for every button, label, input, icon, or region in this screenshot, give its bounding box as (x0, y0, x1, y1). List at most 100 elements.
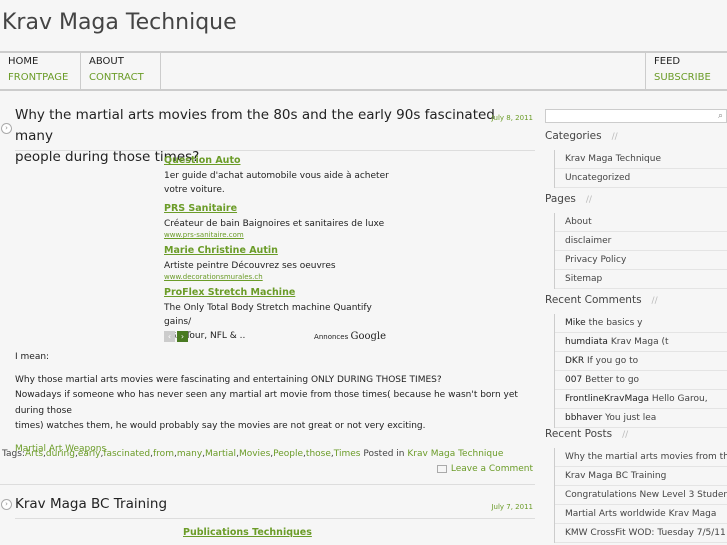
comment-excerpt[interactable]: Hello Garou, (652, 394, 708, 404)
pages-heading-text: Pages (545, 193, 576, 205)
recent-posts-heading-text: Recent Posts (545, 428, 613, 440)
comment-excerpt[interactable]: You just lea (605, 413, 656, 423)
tag-link[interactable]: those (306, 449, 331, 459)
comment-excerpt[interactable]: Better to go (585, 375, 639, 385)
category-item[interactable]: Krav Maga Technique (555, 150, 727, 169)
posted-in-label: Posted in (363, 449, 405, 459)
ad-url[interactable]: www.prs-sanitaire.com (164, 231, 392, 239)
post-date: July 7, 2011 (491, 503, 533, 511)
pages-list: About disclaimer Privacy Policy Sitemap (554, 213, 727, 289)
comment-item[interactable]: Mike the basics y (555, 314, 727, 333)
search-input[interactable]: ⌕ (545, 109, 727, 123)
heading-slashes: // (585, 195, 592, 205)
divider (15, 518, 535, 519)
comment-excerpt[interactable]: Krav Maga (t (611, 337, 669, 347)
tag-link[interactable]: Movies (239, 449, 270, 459)
tag-link[interactable]: many (177, 449, 202, 459)
comment-excerpt[interactable]: the basics y (589, 318, 643, 328)
sidebar: ⌕ Categories // Krav Maga Technique Uncat… (545, 109, 727, 545)
tag-link[interactable]: Arts (25, 449, 43, 459)
tag-link[interactable]: Times (334, 449, 361, 459)
tag-link[interactable]: fascinated (103, 449, 150, 459)
prev-arrow-icon[interactable]: ‹ (164, 331, 175, 342)
page-item[interactable]: Privacy Policy (555, 251, 727, 270)
nav-home[interactable]: HOME FRONTPAGE (0, 53, 81, 89)
comment-item[interactable]: humdiata Krav Maga (t (555, 333, 727, 352)
tags-list: Arts,during,early,fascinated,from,many,M… (25, 449, 361, 459)
tag-link[interactable]: Martial (205, 449, 236, 459)
ad-link[interactable]: PRS Sanitaire (164, 203, 392, 214)
comment-author[interactable]: bbhaver (565, 413, 602, 423)
comment-item[interactable]: FrontlineKravMaga Hello Garou, (555, 390, 727, 409)
ad-nav: ‹ › Annonces Google (164, 331, 392, 343)
post-body: I mean: Why those martial arts movies we… (15, 350, 530, 457)
recent-post-item[interactable]: Martial Arts worldwide Krav Maga (555, 505, 727, 524)
categories-list: Krav Maga Technique Uncategorized (554, 150, 727, 188)
divider (15, 150, 535, 151)
comment-author[interactable]: Mike (565, 318, 586, 328)
ad-desc: Artiste peintre Découvrez ses oeuvres (164, 261, 336, 271)
ad-desc: The Only Total Body Stretch machine Quan… (164, 303, 372, 327)
arrow-icon: › (1, 499, 12, 510)
ad-link[interactable]: ProFlex Stretch Machine (164, 287, 392, 298)
pages-heading: Pages // (545, 193, 592, 205)
page-item[interactable]: Sitemap (555, 270, 727, 289)
nav-feed[interactable]: FEED SUBSCRIBE (645, 53, 727, 89)
recent-post-item[interactable]: Congratulations New Level 3 Students (555, 486, 727, 505)
nav-home-sub[interactable]: FRONTPAGE (8, 72, 72, 83)
comment-item[interactable]: DKR If you go to (555, 352, 727, 371)
search-icon[interactable]: ⌕ (718, 111, 723, 121)
arrow-icon: › (1, 123, 12, 134)
ad-url[interactable]: www.decorationsmurales.ch (164, 273, 392, 281)
ads-label: Annonces (314, 333, 349, 341)
recent-post-item[interactable]: KMW CrossFit WOD: Tuesday 7/5/11 (555, 524, 727, 543)
tag-link[interactable]: during (46, 449, 75, 459)
ads-by-google[interactable]: Annonces Google (314, 331, 386, 342)
page-item[interactable]: disclaimer (555, 232, 727, 251)
nav-feed-sub[interactable]: SUBSCRIBE (654, 72, 719, 83)
ad-desc: votre voiture. (164, 185, 225, 195)
main-nav: HOME FRONTPAGE ABOUT CONTRACT FEED SUBSC… (0, 51, 727, 91)
comment-author[interactable]: 007 (565, 375, 582, 385)
ad-link[interactable]: Marie Christine Autin (164, 245, 392, 256)
comment-item[interactable]: bbhaver You just lea (555, 409, 727, 428)
google-logo: Google (350, 331, 386, 342)
post-paragraph: I mean: (15, 352, 50, 362)
category-item[interactable]: Uncategorized (555, 169, 727, 188)
ad-desc: 1er guide d'achat automobile vous aide à… (164, 171, 389, 181)
recent-posts-list: Why the martial arts movies from the Kra… (554, 448, 727, 543)
ad-link[interactable]: Publications Techniques (183, 527, 411, 538)
comment-excerpt[interactable]: If you go to (587, 356, 638, 366)
tags-label: Tags: (2, 449, 25, 459)
comment-author[interactable]: humdiata (565, 337, 608, 347)
nav-about-label[interactable]: ABOUT (89, 56, 152, 67)
recent-comments-list: Mike the basics y humdiata Krav Maga (t … (554, 314, 727, 428)
category-link[interactable]: Krav Maga Technique (407, 449, 503, 459)
nav-about-sub[interactable]: CONTRACT (89, 72, 152, 83)
site-title[interactable]: Krav Maga Technique (2, 10, 237, 35)
nav-home-label[interactable]: HOME (8, 56, 72, 67)
page-item[interactable]: About (555, 213, 727, 232)
comment-author[interactable]: FrontlineKravMaga (565, 394, 649, 404)
recent-post-item[interactable]: Why the martial arts movies from the (555, 448, 727, 467)
tag-link[interactable]: People (273, 449, 303, 459)
ad-link[interactable]: Question Auto (164, 155, 392, 166)
ad-desc: Créateur de bain Baignoires et sanitaire… (164, 219, 385, 229)
comment-author[interactable]: DKR (565, 356, 584, 366)
comment-icon (436, 464, 447, 473)
recent-comments-heading: Recent Comments // (545, 294, 658, 306)
leave-comment[interactable]: Leave a Comment (436, 464, 533, 474)
ad-item: PRS Sanitaire Créateur de bain Baignoire… (164, 203, 392, 239)
next-arrow-icon[interactable]: › (177, 331, 188, 342)
nav-about[interactable]: ABOUT CONTRACT (81, 53, 161, 89)
tag-link[interactable]: from (153, 449, 174, 459)
categories-heading: Categories // (545, 130, 618, 142)
nav-feed-label[interactable]: FEED (654, 56, 719, 67)
comment-item[interactable]: 007 Better to go (555, 371, 727, 390)
leave-comment-label[interactable]: Leave a Comment (451, 464, 533, 474)
post-title[interactable]: Krav Maga BC Training (15, 494, 167, 515)
divider (0, 484, 535, 485)
tag-link[interactable]: early (78, 449, 101, 459)
post-title-line1[interactable]: Why the martial arts movies from the 80s… (15, 105, 535, 147)
recent-post-item[interactable]: Krav Maga BC Training (555, 467, 727, 486)
